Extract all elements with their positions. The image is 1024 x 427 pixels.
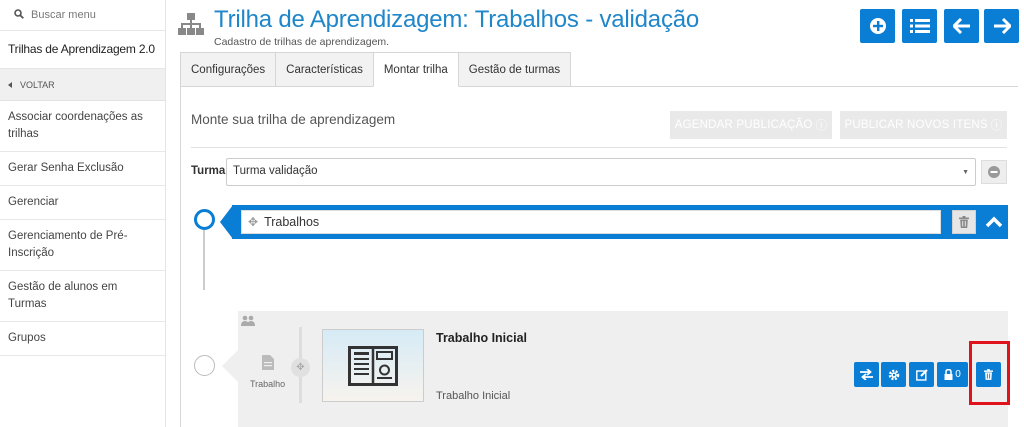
page-subtitle: Cadastro de trilhas de aprendizagem. <box>214 36 390 48</box>
plus-circle-icon <box>869 18 886 34</box>
tab-configuracoes[interactable]: Configurações <box>180 52 277 87</box>
divider <box>191 147 1007 148</box>
caret-down-icon: ▼ <box>962 169 969 176</box>
list-button[interactable] <box>902 9 937 43</box>
gear-icon <box>888 369 899 380</box>
card-pointer <box>222 350 238 382</box>
sidebar-item-grupos[interactable]: Grupos <box>0 322 165 356</box>
drag-handle[interactable]: ✥ <box>291 358 310 377</box>
list-icon <box>909 19 930 33</box>
chevron-up-icon <box>985 216 1003 228</box>
schedule-publication-button[interactable]: AGENDAR PUBLICAÇÃO ⓘ <box>670 111 832 139</box>
settings-button[interactable] <box>881 362 906 387</box>
back-arrow-button[interactable] <box>944 9 979 43</box>
search-box[interactable]: Buscar menu <box>0 0 165 31</box>
tab-caracteristicas[interactable]: Características <box>275 52 374 87</box>
step-node <box>194 209 215 230</box>
lock-icon <box>944 369 953 380</box>
item-title: Trabalho Inicial <box>436 331 527 345</box>
delete-step-button[interactable] <box>952 210 976 234</box>
publish-label: PUBLICAR NOVOS ITENS <box>844 119 988 131</box>
trash-icon <box>959 216 969 228</box>
exchange-icon <box>860 369 873 380</box>
add-button[interactable] <box>860 9 895 43</box>
search-icon <box>14 8 24 22</box>
item-node <box>194 355 215 376</box>
sitemap-icon <box>178 13 204 35</box>
caret-left-icon <box>8 81 12 88</box>
turma-value: Turma validação <box>233 165 318 177</box>
turma-select[interactable]: Turma validação ▼ <box>226 158 976 186</box>
arrow-left-icon <box>952 18 970 34</box>
publish-new-items-button[interactable]: PUBLICAR NOVOS ITENS ⓘ <box>840 111 1007 139</box>
app-title: Trilhas de Aprendizagem 2.0 <box>0 31 165 69</box>
sidebar-item-associar[interactable]: Associar coordenações as trilhas <box>0 101 165 152</box>
move-icon: ✥ <box>296 362 305 373</box>
tab-gestao-turmas[interactable]: Gestão de turmas <box>457 52 572 87</box>
minus-circle-icon <box>988 166 1000 178</box>
edit-button[interactable] <box>909 362 934 387</box>
sidebar-item-pre-inscricao[interactable]: Gerenciamento de Pré-Inscrição <box>0 220 165 271</box>
lock-button[interactable]: 0 <box>937 362 968 387</box>
sidebar-item-gerar-senha[interactable]: Gerar Senha Exclusão <box>0 152 165 186</box>
users-icon <box>241 314 255 326</box>
info-icon: ⓘ <box>815 120 828 132</box>
forward-arrow-button[interactable] <box>984 9 1019 43</box>
book-icon <box>348 345 398 386</box>
tab-bar: Configurações Características Montar tri… <box>180 52 572 87</box>
sidebar-item-gestao-alunos[interactable]: Gestão de alunos em Turmas <box>0 271 165 322</box>
document-icon <box>262 355 274 370</box>
page-title: Trilha de Aprendizagem: Trabalhos - vali… <box>214 6 700 33</box>
sidebar-item-gerenciar[interactable]: Gerenciar <box>0 186 165 220</box>
section-title: Monte sua trilha de aprendizagem <box>191 112 396 127</box>
back-button[interactable]: VOLTAR <box>0 69 165 101</box>
swap-button[interactable] <box>854 362 879 387</box>
step-name-value: Trabalhos <box>264 215 320 229</box>
arrow-right-icon <box>993 18 1011 34</box>
item-thumbnail <box>322 329 424 402</box>
schedule-label: AGENDAR PUBLICAÇÃO <box>674 119 813 131</box>
sidebar: Buscar menu Trilhas de Aprendizagem 2.0 … <box>0 0 166 427</box>
search-input[interactable]: Buscar menu <box>31 9 96 21</box>
remove-turma-button[interactable] <box>981 160 1007 184</box>
edit-icon <box>915 368 928 381</box>
item-type-label: Trabalho <box>250 379 286 389</box>
lock-count: 0 <box>955 369 961 380</box>
move-icon[interactable]: ✥ <box>248 215 258 229</box>
back-label: VOLTAR <box>20 79 55 90</box>
collapse-button[interactable] <box>982 208 1006 236</box>
turma-label: Turma <box>191 165 226 177</box>
item-description: Trabalho Inicial <box>436 390 511 402</box>
step-name-input[interactable]: ✥ Trabalhos <box>241 210 941 234</box>
timeline-line <box>203 230 205 290</box>
tab-montar-trilha[interactable]: Montar trilha <box>372 52 459 87</box>
highlight-box <box>969 341 1010 405</box>
info-icon: ⓘ <box>990 120 1003 132</box>
